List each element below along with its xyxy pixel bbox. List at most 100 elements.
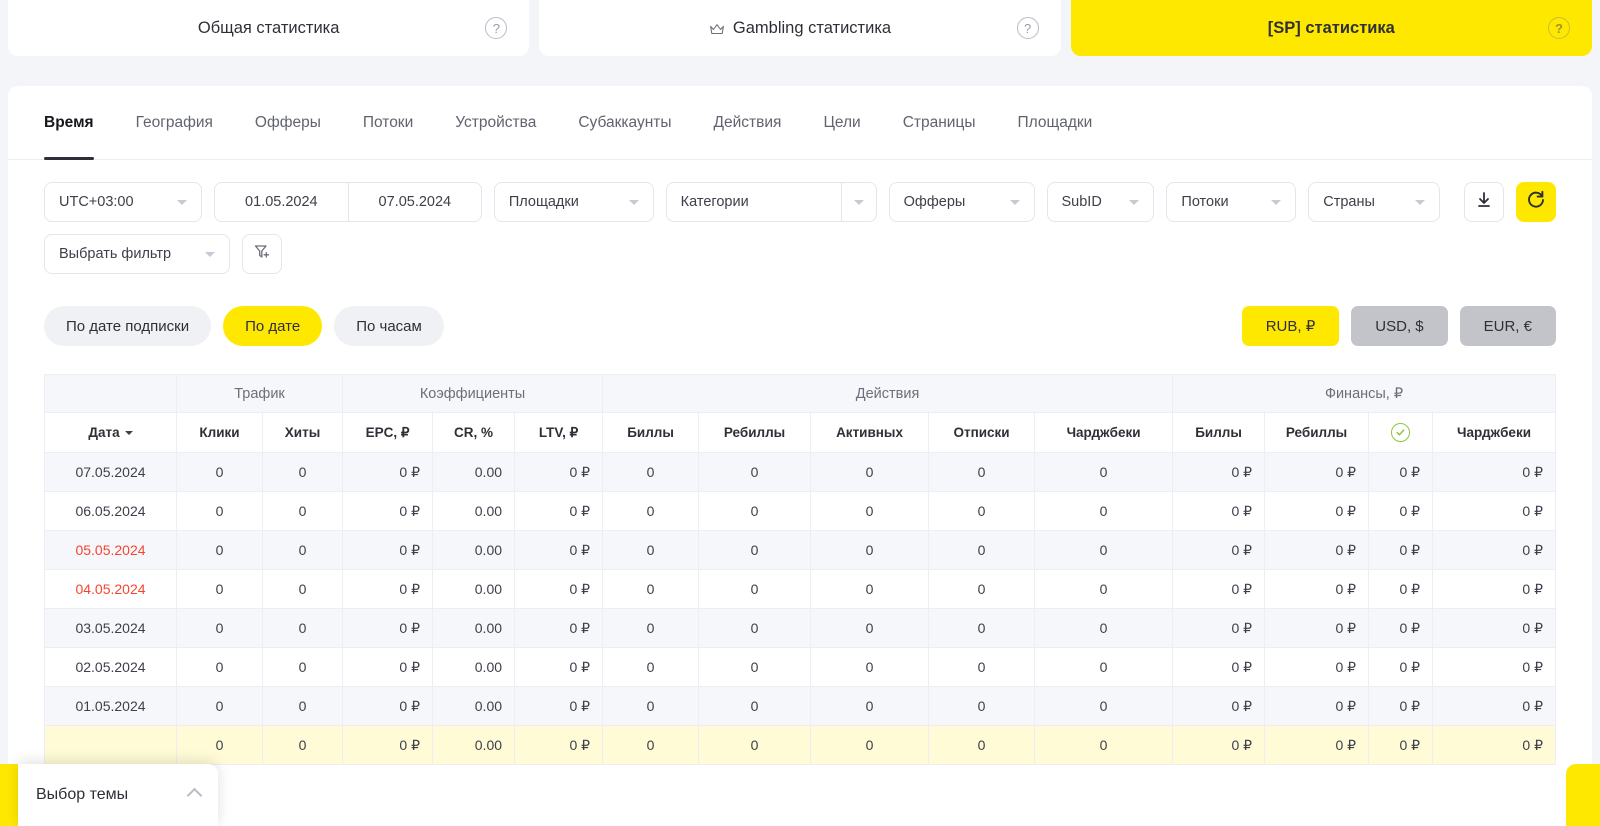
cell-chargebacks-actions: 0 [1035,531,1173,570]
col-bills-actions[interactable]: Биллы [603,413,699,453]
cell-total-rebills-finance: 0 ₽ [1265,726,1369,765]
cell-rebills-actions: 0 [699,453,811,492]
top-tab-sp[interactable]: [SP] статистика ? [1071,0,1592,56]
col-epc[interactable]: EPC, ₽ [343,413,433,453]
section-tab-offers-label: Офферы [255,114,321,132]
categories-select[interactable]: Категории [666,182,841,222]
section-tab-subaccounts[interactable]: Субаккаунты [578,86,671,160]
col-unsubscribes[interactable]: Отписки [929,413,1035,453]
section-tab-goals[interactable]: Цели [823,86,860,160]
help-icon-sp[interactable]: ? [1548,17,1570,39]
subid-select[interactable]: SubID [1047,182,1155,222]
col-cr[interactable]: CR, % [433,413,515,453]
table-row[interactable]: 05.05.2024 0 0 0 ₽ 0.00 0 ₽ 0 0 0 0 0 0 … [45,531,1556,570]
table-row[interactable]: 06.05.2024 0 0 0 ₽ 0.00 0 ₽ 0 0 0 0 0 0 … [45,492,1556,531]
currency-usd-button[interactable]: USD, $ [1351,306,1447,346]
section-tab-flows[interactable]: Потоки [363,86,413,160]
timezone-select[interactable]: UTC+03:00 [44,182,202,222]
cell-rebills-actions: 0 [699,648,811,687]
cell-approved: 0 ₽ [1369,648,1433,687]
cell-approved: 0 ₽ [1369,492,1433,531]
cell-bills-finance: 0 ₽ [1173,531,1265,570]
table-row[interactable]: 04.05.2024 0 0 0 ₽ 0.00 0 ₽ 0 0 0 0 0 0 … [45,570,1556,609]
section-tab-devices-label: Устройства [455,114,536,132]
cell-rebills-finance: 0 ₽ [1265,648,1369,687]
col-chargebacks-finance[interactable]: Чарджбеки [1433,413,1556,453]
theme-selector-widget[interactable]: Выбор темы [0,764,218,826]
theme-selector-label: Выбор темы [36,786,128,804]
mode-by-date[interactable]: По дате [223,306,322,346]
categories-dropdown-toggle[interactable] [841,182,877,222]
col-active[interactable]: Активных [811,413,929,453]
table-body: 07.05.2024 0 0 0 ₽ 0.00 0 ₽ 0 0 0 0 0 0 … [45,453,1556,765]
countries-select[interactable]: Страны [1308,182,1440,222]
table-row[interactable]: 02.05.2024 0 0 0 ₽ 0.00 0 ₽ 0 0 0 0 0 0 … [45,648,1556,687]
mode-by-subscription-date-label: По дате подписки [66,318,189,335]
section-tab-actions[interactable]: Действия [714,86,782,160]
col-bills-finance[interactable]: Биллы [1173,413,1265,453]
add-filter-button[interactable] [242,234,282,274]
statistics-card: Время География Офферы Потоки Устройства… [8,86,1592,826]
date-from-input[interactable]: 01.05.2024 [214,182,348,222]
currency-rub-button[interactable]: RUB, ₽ [1242,306,1340,346]
top-tab-gambling[interactable]: Gambling статистика ? [539,0,1060,56]
cell-approved: 0 ₽ [1369,453,1433,492]
chevron-down-icon [629,200,639,205]
col-ltv[interactable]: LTV, ₽ [515,413,603,453]
cell-active: 0 [811,570,929,609]
cell-chargebacks-finance: 0 ₽ [1433,531,1556,570]
col-rebills-finance[interactable]: Ребиллы [1265,413,1369,453]
cell-bills-finance: 0 ₽ [1173,609,1265,648]
col-clicks[interactable]: Клики [177,413,263,453]
mode-by-hours[interactable]: По часам [334,306,444,346]
cell-bills-actions: 0 [603,492,699,531]
offers-select[interactable]: Офферы [889,182,1035,222]
select-filter-dropdown[interactable]: Выбрать фильтр [44,234,230,274]
help-icon-gambling[interactable]: ? [1017,17,1039,39]
cell-epc: 0 ₽ [343,687,433,726]
table-row[interactable]: 07.05.2024 0 0 0 ₽ 0.00 0 ₽ 0 0 0 0 0 0 … [45,453,1556,492]
cell-clicks: 0 [177,492,263,531]
table-head: Трафик Коэффициенты Действия Финансы, ₽ … [45,375,1556,453]
col-rebills-actions[interactable]: Ребиллы [699,413,811,453]
cell-date: 01.05.2024 [45,687,177,726]
flows-select[interactable]: Потоки [1166,182,1296,222]
currency-eur-button[interactable]: EUR, € [1460,306,1556,346]
mode-by-subscription-date[interactable]: По дате подписки [44,306,211,346]
table-row[interactable]: 03.05.2024 0 0 0 ₽ 0.00 0 ₽ 0 0 0 0 0 0 … [45,609,1556,648]
section-tab-sites[interactable]: Площадки [1018,86,1093,160]
col-approved[interactable] [1369,413,1433,453]
table-row[interactable]: 01.05.2024 0 0 0 ₽ 0.00 0 ₽ 0 0 0 0 0 0 … [45,687,1556,726]
section-tab-devices[interactable]: Устройства [455,86,536,160]
mode-by-hours-label: По часам [356,318,422,335]
section-tab-geography[interactable]: География [136,86,213,160]
cell-clicks: 0 [177,570,263,609]
cell-active: 0 [811,687,929,726]
cell-total-rebills-actions: 0 [699,726,811,765]
corner-action-button[interactable] [1566,764,1600,826]
sites-select[interactable]: Площадки [494,182,654,222]
date-to-value: 07.05.2024 [379,194,452,210]
col-date[interactable]: Дата [45,413,177,453]
date-range-picker[interactable]: 01.05.2024 07.05.2024 [214,182,482,222]
cell-approved: 0 ₽ [1369,570,1433,609]
top-tab-general[interactable]: Общая статистика ? [8,0,529,56]
cell-rebills-finance: 0 ₽ [1265,570,1369,609]
help-icon-general[interactable]: ? [485,17,507,39]
cell-date: 03.05.2024 [45,609,177,648]
date-to-input[interactable]: 07.05.2024 [348,182,482,222]
countries-value: Страны [1323,194,1399,210]
section-tab-offers[interactable]: Офферы [255,86,321,160]
cell-total-unsubscribes: 0 [929,726,1035,765]
download-button[interactable] [1464,182,1504,222]
currency-usd-label: USD, $ [1375,318,1423,335]
sites-value: Площадки [509,194,613,210]
section-tab-time[interactable]: Время [44,86,94,160]
col-chargebacks-actions[interactable]: Чарджбеки [1035,413,1173,453]
filter-plus-icon [253,243,271,266]
theme-selector-button[interactable]: Выбор темы [18,764,218,826]
section-tab-pages[interactable]: Страницы [903,86,976,160]
refresh-button[interactable] [1516,182,1556,222]
col-hits[interactable]: Хиты [263,413,343,453]
cell-clicks: 0 [177,648,263,687]
